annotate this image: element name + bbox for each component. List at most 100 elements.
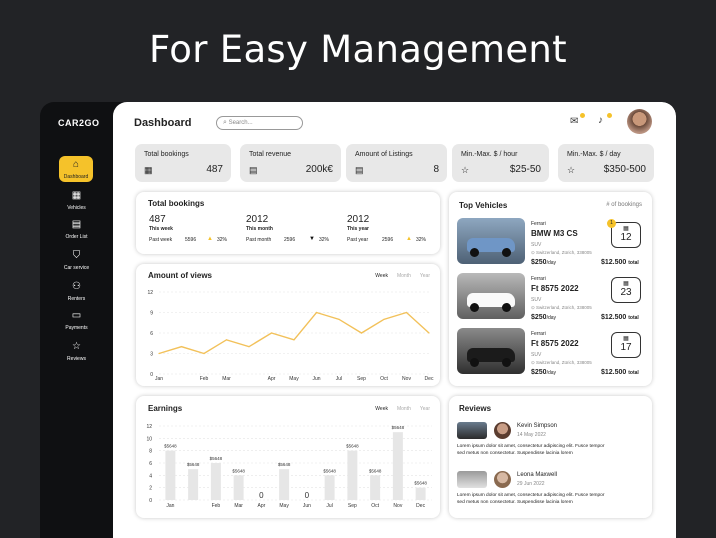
views-card: Amount of views Week Month Year 0 3 6 9 12 Jan F…	[136, 264, 440, 386]
vehicle-image	[457, 218, 525, 264]
bar-data-label: $5648	[346, 444, 359, 449]
review-car-image	[457, 422, 487, 439]
y-tick-label: 0	[150, 372, 153, 378]
vehicle-location-text: Switzerland, Zürich, 338005	[536, 305, 592, 310]
vehicle-item[interactable]: Ferrari BMW M3 CS SUV ⊙ Switzerland, Zür…	[457, 218, 644, 266]
vehicle-total-value: $12.500	[601, 369, 627, 376]
sidebar-item-label: Renters	[67, 296, 86, 302]
search-input[interactable]: ⌕ Search...	[216, 116, 303, 130]
earnings-bar	[415, 487, 426, 500]
vehicle-price-unit: /day	[546, 315, 557, 321]
sidebar-item-vehicles[interactable]: ▦ Vehicles	[40, 190, 113, 211]
bar-data-label: $5648	[414, 481, 427, 486]
review-text: sed metus non consectetur. Suspendisse l…	[457, 451, 573, 456]
bookings-hint: # of bookings	[606, 202, 642, 208]
bookings-week-value: 487	[149, 214, 166, 225]
sidebar-item-order-list[interactable]: ▤ Order List	[40, 219, 113, 240]
search-icon: ⌕	[223, 119, 227, 126]
vehicle-location-text: Switzerland, Zürich, 338005	[536, 250, 592, 255]
vehicle-price: $250/day	[531, 259, 556, 266]
vehicle-item[interactable]: Ferrari Ft 8575 2022 SUV ⊙ Switzerland, …	[457, 273, 644, 321]
bookings-prev-label: Past week	[149, 237, 173, 243]
y-tick-label: 2	[149, 486, 152, 492]
bookings-change: 32%	[217, 237, 228, 243]
page-title: Dashboard	[134, 117, 192, 129]
mail-badge	[580, 113, 585, 118]
sidebar-item-dashboard[interactable]: ⌂ Dashboard	[59, 156, 93, 182]
vehicle-price-unit: /day	[546, 260, 557, 266]
calendar-icon: ▦	[623, 281, 629, 287]
bookings-prev-label: Past year	[347, 237, 369, 243]
earnings-bar	[324, 475, 335, 500]
sidebar-item-label: Order List	[65, 234, 88, 240]
vehicle-total-value: $12.500	[601, 314, 627, 321]
reviewer-avatar	[494, 471, 511, 488]
x-tick-label: Mar	[234, 503, 243, 509]
vehicle-location: ⊙ Switzerland, Zürich, 338005	[531, 305, 592, 310]
app-logo: CAR2GO	[58, 118, 100, 128]
stat-label: Total revenue	[249, 151, 292, 158]
x-tick-label: Jan	[166, 503, 174, 509]
bookings-badge: ▦ 12	[611, 222, 641, 248]
avatar[interactable]	[627, 109, 652, 134]
x-tick-label: Oct	[380, 376, 388, 382]
calendar-icon: ▦	[623, 226, 629, 232]
x-tick-label: Nov	[402, 376, 411, 382]
x-tick-label: Feb	[212, 503, 221, 509]
stat-card-total-bookings: Total bookings ▦ 487	[135, 144, 231, 182]
bookings-year-period: This year	[347, 226, 369, 232]
x-tick-label: Apr	[257, 503, 265, 509]
bar-data-label: $5648	[392, 425, 405, 430]
sidebar-item-reviews[interactable]: ☆ Reviews	[40, 341, 113, 362]
x-tick-label: May	[289, 376, 299, 382]
vehicle-price: $250/day	[531, 314, 556, 321]
triangle-up-icon: ▲	[406, 236, 412, 242]
y-tick-label: 12	[147, 290, 153, 296]
card-title: Top Vehicles	[459, 201, 508, 210]
x-tick-label: Oct	[371, 503, 379, 509]
sidebar-item-label: Car service	[63, 265, 90, 271]
bookings-badge: ▦ 23	[611, 277, 641, 303]
y-tick-label: 0	[149, 498, 152, 504]
bar-data-label: $5648	[369, 468, 382, 473]
vehicle-brand: Ferrari	[531, 276, 546, 282]
earnings-bar	[370, 475, 381, 500]
bookings-prev-value: 5596	[185, 237, 197, 243]
shield-icon: ⛉	[72, 250, 81, 261]
star-icon: ☆	[461, 165, 470, 175]
vehicle-type: SUV	[531, 297, 542, 303]
vehicle-model: BMW M3 CS	[531, 229, 578, 238]
vehicle-image	[457, 273, 525, 319]
sidebar-item-label: Vehicles	[67, 205, 86, 211]
bell-icon[interactable]: ♪	[598, 115, 603, 126]
vehicle-total-value: $12.500	[601, 259, 627, 266]
star-icon: ☆	[72, 341, 81, 352]
x-tick-label: Mar	[222, 376, 231, 382]
mail-icon[interactable]: ✉	[570, 116, 578, 127]
sidebar-item-label: Payments	[65, 325, 88, 331]
bookings-prev-label: Past month	[246, 237, 272, 243]
views-line-chart: 0 3 6 9 12 Jan Feb Mar Apr May Jun Jul Sep Oct Nov Dec	[147, 290, 434, 382]
sidebar-item-renters[interactable]: ⚇ Renters	[40, 281, 113, 302]
home-icon: ⌂	[72, 159, 80, 170]
vehicle-brand: Ferrari	[531, 331, 546, 337]
views-point	[338, 318, 340, 320]
vehicle-item[interactable]: Ferrari Ft 8575 2022 SUV ⊙ Switzerland, …	[457, 328, 644, 376]
earnings-bar	[279, 469, 290, 500]
vehicle-location: ⊙ Switzerland, Zürich, 338005	[531, 250, 592, 255]
main-panel: Dashboard ⌕ Search... ✉ ♪ Total bookings…	[113, 102, 676, 538]
stat-card-listings: Amount of Listings ▤ 8	[346, 144, 447, 182]
vehicle-type: SUV	[531, 352, 542, 358]
x-tick-label: Jun	[303, 503, 311, 509]
views-point	[293, 339, 295, 341]
document-icon: ▤	[71, 219, 82, 230]
x-tick-label: Apr	[268, 376, 276, 382]
stat-label: Amount of Listings	[355, 151, 413, 158]
x-tick-label: Sep	[348, 503, 357, 509]
review-date: 14 May 2022	[517, 432, 546, 438]
sidebar-item-payments[interactable]: ▭ Payments	[40, 310, 113, 331]
vehicle-model: Ft 8575 2022	[531, 284, 579, 293]
card-title: Reviews	[459, 404, 492, 413]
y-tick-label: 6	[149, 461, 152, 467]
sidebar-item-car-service[interactable]: ⛉ Car service	[40, 250, 113, 271]
